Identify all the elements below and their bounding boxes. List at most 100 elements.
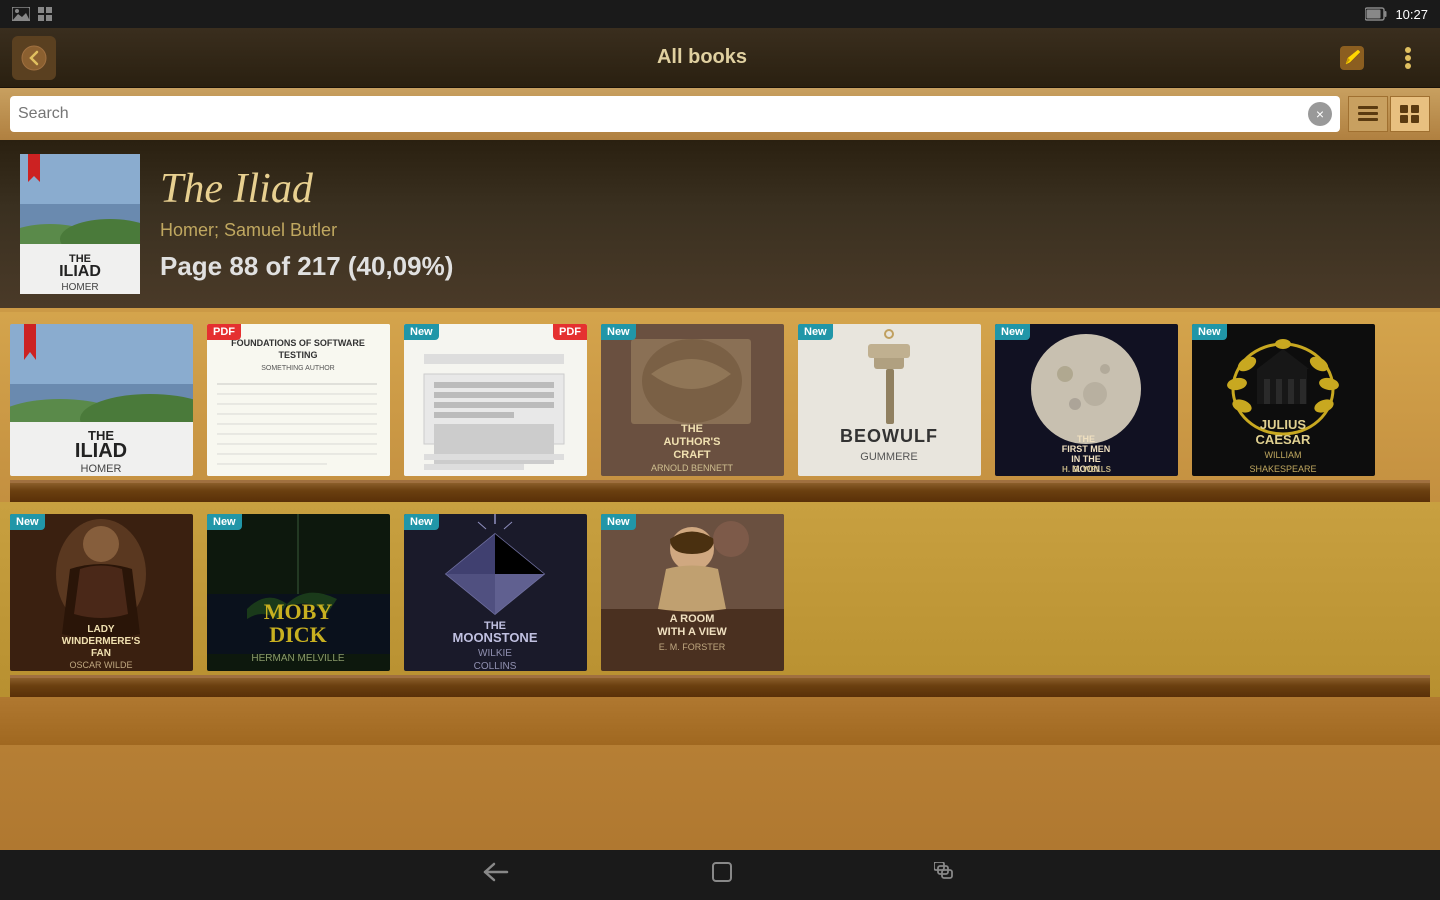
svg-text:TESTING: TESTING [278, 350, 317, 360]
book-authors-craft[interactable]: New THE AUTHOR'S CRAFT ARNOLD BENNETT [601, 324, 784, 476]
new-badge-julius: New [1192, 324, 1227, 340]
nav-back-icon [482, 861, 510, 883]
book-foundations[interactable]: PDF FOUNDATIONS OF SOFTWARE TESTING SOME… [207, 324, 390, 476]
foundations-cover: FOUNDATIONS OF SOFTWARE TESTING SOMETHIN… [207, 324, 390, 476]
svg-text:HERMAN MELVILLE: HERMAN MELVILLE [251, 653, 345, 664]
book-julius-caesar[interactable]: New [1192, 324, 1375, 476]
svg-text:THE: THE [681, 423, 703, 435]
current-book-banner[interactable]: THE ILIAD HOMER The Iliad Homer; Samuel … [0, 140, 1440, 308]
svg-text:ILIAD: ILIAD [75, 440, 127, 462]
new-badge-beowulf: New [798, 324, 833, 340]
shelf-row-2: New LADY WINDERMERE'S FAN OSCAR WILDE [0, 502, 1440, 697]
book-pdf-doc[interactable]: New PDF [404, 324, 587, 476]
new-badge-first-men: New [995, 324, 1030, 340]
svg-text:WILKIE: WILKIE [478, 648, 512, 659]
svg-text:SHAKESPEARE: SHAKESPEARE [1249, 464, 1316, 474]
shelf-books-1: THE ILIAD HOMER PDF FOUNDATIONS OF SOFTW… [10, 324, 1430, 484]
nav-recent-icon [934, 862, 958, 882]
svg-text:ILIAD: ILIAD [59, 263, 101, 280]
grid-icon [38, 7, 54, 21]
svg-text:THE: THE [1077, 434, 1095, 444]
current-book-progress: Page 88 of 217 (40,09%) [160, 251, 1420, 282]
nav-back-button[interactable] [482, 861, 510, 889]
edit-button[interactable] [1332, 38, 1372, 78]
book-room-with-a-view[interactable]: New A ROOM WITH A VIEW E. M. FORSTER [601, 514, 784, 671]
book-first-men[interactable]: New THE FIRST MEN IN THE MOON H. G. WELL… [995, 324, 1178, 476]
svg-text:CRAFT: CRAFT [673, 449, 711, 461]
svg-text:FAN: FAN [91, 648, 111, 659]
list-view-button[interactable] [1348, 96, 1388, 132]
new-badge-room: New [601, 514, 636, 530]
clear-search-button[interactable]: × [1308, 102, 1332, 126]
nav-home-icon [710, 860, 734, 884]
book-moonstone[interactable]: New THE MOONSTONE WILKIE COLLI [404, 514, 587, 671]
svg-text:LADY: LADY [87, 624, 115, 635]
room-with-view-cover: A ROOM WITH A VIEW E. M. FORSTER [601, 514, 784, 671]
empty-shelf-area [0, 697, 1440, 745]
lady-windermere-cover: LADY WINDERMERE'S FAN OSCAR WILDE [10, 514, 193, 671]
svg-text:E. M. FORSTER: E. M. FORSTER [659, 642, 726, 652]
book-beowulf[interactable]: New BEOWULF GUMMERE [798, 324, 981, 476]
svg-text:OSCAR WILDE: OSCAR WILDE [69, 660, 132, 670]
authors-craft-cover: THE AUTHOR'S CRAFT ARNOLD BENNETT [601, 324, 784, 476]
svg-text:WITH A VIEW: WITH A VIEW [657, 626, 727, 638]
toolbar-right [1332, 38, 1428, 78]
nav-home-button[interactable] [710, 860, 734, 890]
current-book-author: Homer; Samuel Butler [160, 220, 1420, 241]
nav-recent-button[interactable] [934, 862, 958, 888]
svg-text:AUTHOR'S: AUTHOR'S [663, 436, 720, 448]
svg-text:BEOWULF: BEOWULF [840, 426, 938, 446]
status-icons-right: 10:27 [1365, 7, 1428, 22]
beowulf-cover: BEOWULF GUMMERE [798, 324, 981, 476]
svg-text:DICK: DICK [269, 622, 326, 647]
back-button[interactable] [12, 36, 56, 80]
julius-caesar-cover: JULIUS CAESAR WILLIAM SHAKESPEARE [1192, 324, 1375, 476]
main-content: THE ILIAD HOMER The Iliad Homer; Samuel … [0, 140, 1440, 850]
menu-button[interactable] [1388, 38, 1428, 78]
book-iliad[interactable]: THE ILIAD HOMER [10, 324, 193, 476]
new-badge-lady: New [10, 514, 45, 530]
svg-text:JULIUS: JULIUS [1260, 417, 1307, 432]
current-book-title: The Iliad [160, 166, 1420, 212]
current-book-cover-image: THE ILIAD HOMER [20, 154, 140, 294]
book-lady-windermere[interactable]: New LADY WINDERMERE'S FAN OSCAR WILDE [10, 514, 193, 671]
search-bar: × [0, 88, 1440, 140]
svg-text:SOMETHING AUTHOR: SOMETHING AUTHOR [261, 365, 335, 372]
moby-dick-cover: MOBY DICK HERMAN MELVILLE [207, 514, 390, 671]
svg-text:HOMER: HOMER [61, 282, 98, 293]
book-moby-dick[interactable]: New MOBY DICK HERMAN MELVILLE [207, 514, 390, 671]
svg-text:COLLINS: COLLINS [474, 661, 517, 671]
new-badge-moonstone: New [404, 514, 439, 530]
svg-text:MOONSTONE: MOONSTONE [453, 630, 538, 645]
pdf-badge-2: PDF [553, 324, 587, 340]
shelf-plank-1 [10, 480, 1430, 502]
new-badge-moby: New [207, 514, 242, 530]
svg-text:FOUNDATIONS OF SOFTWARE: FOUNDATIONS OF SOFTWARE [231, 338, 365, 348]
svg-text:CAESAR: CAESAR [1256, 432, 1312, 447]
shelf-books-2: New LADY WINDERMERE'S FAN OSCAR WILDE [10, 514, 1430, 679]
search-input[interactable] [18, 105, 1308, 123]
clock: 10:27 [1395, 7, 1428, 22]
svg-text:IN THE: IN THE [1071, 454, 1101, 464]
moonstone-cover: THE MOONSTONE WILKIE COLLINS [404, 514, 587, 671]
svg-text:A ROOM: A ROOM [670, 613, 715, 625]
svg-text:MOBY: MOBY [264, 599, 333, 624]
status-bar: 10:27 [0, 0, 1440, 28]
svg-text:GUMMERE: GUMMERE [860, 451, 917, 463]
grid-view-icon [1400, 105, 1420, 123]
svg-text:HOMER: HOMER [81, 463, 122, 475]
new-badge-authors: New [601, 324, 636, 340]
search-input-wrapper: × [10, 96, 1340, 132]
iliad-cover: THE ILIAD HOMER [10, 324, 193, 476]
svg-text:WILLIAM: WILLIAM [1264, 450, 1301, 460]
shelf-row-1: THE ILIAD HOMER PDF FOUNDATIONS OF SOFTW… [0, 312, 1440, 502]
more-icon [1404, 46, 1412, 70]
toolbar: All books [0, 28, 1440, 88]
grid-view-button[interactable] [1390, 96, 1430, 132]
nav-bar [0, 850, 1440, 900]
current-book-info: The Iliad Homer; Samuel Butler Page 88 o… [160, 166, 1420, 282]
svg-text:FIRST MEN: FIRST MEN [1062, 444, 1111, 454]
shelf-plank-2 [10, 675, 1430, 697]
back-icon [21, 45, 47, 71]
first-men-cover: THE FIRST MEN IN THE MOON H. G. WELLS [995, 324, 1178, 476]
